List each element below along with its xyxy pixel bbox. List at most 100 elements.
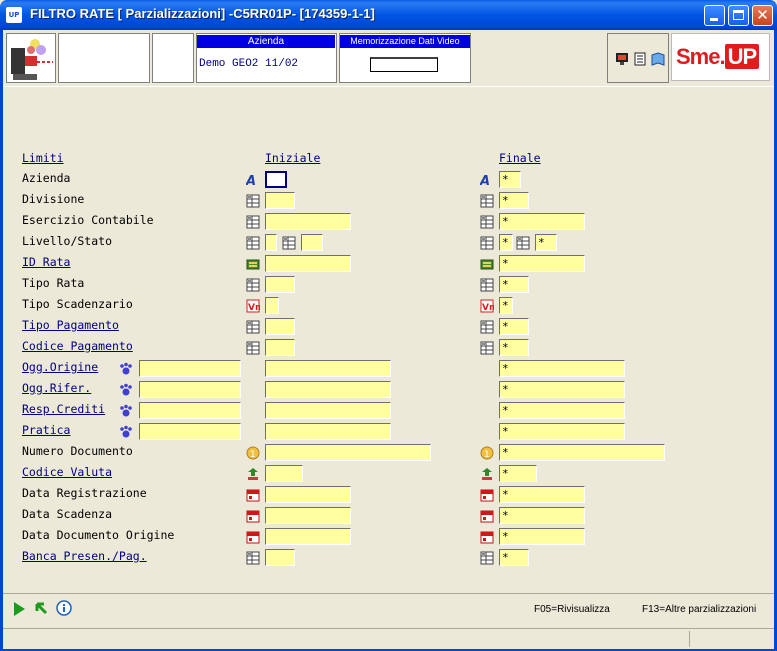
object-field[interactable] — [139, 381, 241, 398]
row-label[interactable]: Resp.Crediti — [22, 402, 105, 416]
iniziale-field[interactable] — [265, 360, 391, 377]
iniziale-field[interactable] — [265, 381, 391, 398]
finale-field[interactable]: * — [499, 297, 513, 314]
table-icon[interactable] — [246, 235, 260, 250]
play-icon[interactable] — [12, 601, 26, 617]
iniziale-field[interactable] — [265, 234, 277, 251]
finale-field[interactable]: * — [499, 213, 585, 230]
row-label[interactable]: Ogg.Origine — [22, 360, 98, 374]
row-label[interactable]: Pratica — [22, 423, 70, 437]
finale-field[interactable]: * — [499, 528, 585, 545]
finale-field[interactable]: * — [499, 255, 585, 272]
iniziale-field[interactable] — [265, 276, 295, 293]
calendar-icon[interactable] — [480, 487, 494, 502]
iniziale-field[interactable] — [265, 402, 391, 419]
finale-field[interactable]: * — [499, 423, 625, 440]
paw-icon[interactable] — [119, 424, 133, 438]
currency-icon[interactable] — [480, 466, 494, 480]
maximize-button[interactable] — [728, 5, 749, 26]
row-label[interactable]: ID Rata — [22, 255, 70, 269]
table-icon[interactable] — [246, 193, 260, 208]
object-field[interactable] — [139, 360, 241, 377]
iniziale-field[interactable] — [265, 507, 351, 524]
table-icon[interactable] — [480, 319, 494, 334]
finale-field[interactable]: * — [499, 507, 585, 524]
table-icon[interactable] — [480, 340, 494, 355]
number-icon[interactable]: 1 — [246, 445, 260, 460]
finale-field-2[interactable]: * — [535, 234, 557, 251]
calendar-icon[interactable] — [480, 529, 494, 544]
table-icon[interactable] — [246, 214, 260, 229]
table-icon[interactable] — [246, 340, 260, 355]
finale-field[interactable]: * — [499, 444, 665, 461]
table-icon[interactable] — [282, 235, 296, 250]
table-icon[interactable] — [480, 550, 494, 565]
minimize-button[interactable] — [704, 5, 725, 26]
title-bar[interactable]: UP FILTRO RATE [ Parzializzazioni] -C5RR… — [0, 0, 777, 30]
f05-label[interactable]: F05=Rivisualizza — [534, 604, 610, 615]
iniziale-field[interactable] — [265, 423, 391, 440]
table-icon[interactable] — [246, 550, 260, 565]
table-icon[interactable] — [480, 235, 494, 250]
iniziale-field[interactable] — [265, 192, 295, 209]
iniziale-field[interactable] — [265, 486, 351, 503]
finale-field[interactable]: * — [499, 276, 529, 293]
paw-icon[interactable] — [119, 403, 133, 417]
monitor-icon[interactable] — [615, 52, 629, 66]
row-label[interactable]: Tipo Pagamento — [22, 318, 119, 332]
finale-field[interactable]: * — [499, 171, 521, 188]
book-icon[interactable] — [651, 52, 665, 66]
finale-field[interactable]: * — [499, 549, 529, 566]
finale-field[interactable]: * — [499, 402, 625, 419]
finale-field[interactable]: * — [499, 486, 585, 503]
paw-icon[interactable] — [119, 361, 133, 375]
back-icon[interactable] — [34, 601, 50, 617]
iniziale-field[interactable] — [265, 465, 303, 482]
azienda-icon[interactable]: A — [245, 172, 260, 189]
number-icon[interactable]: 1 — [480, 445, 494, 460]
calendar-icon[interactable] — [246, 487, 260, 502]
row-label[interactable]: Ogg.Rifer. — [22, 381, 91, 395]
table-icon[interactable] — [246, 319, 260, 334]
value-icon[interactable]: Vn — [246, 298, 261, 313]
object-field[interactable] — [139, 402, 241, 419]
finale-field[interactable]: * — [499, 339, 529, 356]
table-icon[interactable] — [246, 277, 260, 292]
row-label[interactable]: Codice Pagamento — [22, 339, 133, 353]
rata-icon[interactable] — [246, 256, 260, 270]
iniziale-field[interactable] — [265, 444, 431, 461]
value-icon[interactable]: Vn — [480, 298, 495, 313]
finale-field[interactable]: * — [499, 381, 625, 398]
table-icon[interactable] — [480, 193, 494, 208]
finale-field[interactable]: * — [499, 360, 625, 377]
rata-icon[interactable] — [480, 256, 494, 270]
object-field[interactable] — [139, 423, 241, 440]
currency-icon[interactable] — [246, 466, 260, 480]
iniziale-field[interactable] — [265, 318, 295, 335]
azienda-icon[interactable]: A — [479, 172, 494, 189]
iniziale-field-2[interactable] — [301, 234, 323, 251]
iniziale-field[interactable] — [265, 297, 279, 314]
info-icon[interactable] — [56, 600, 72, 616]
finale-field[interactable]: * — [499, 318, 529, 335]
iniziale-field[interactable] — [265, 255, 351, 272]
document-icon[interactable] — [633, 52, 647, 66]
finale-field[interactable]: * — [499, 234, 513, 251]
f13-label[interactable]: F13=Altre parzializzazioni — [642, 604, 756, 615]
close-button[interactable]: ✕ — [752, 5, 773, 26]
calendar-icon[interactable] — [246, 529, 260, 544]
table-icon[interactable] — [480, 214, 494, 229]
iniziale-field[interactable] — [265, 339, 295, 356]
row-label[interactable]: Banca Presen./Pag. — [22, 549, 147, 563]
calendar-icon[interactable] — [246, 508, 260, 523]
iniziale-field[interactable] — [265, 213, 351, 230]
iniziale-field[interactable] — [265, 171, 287, 188]
iniziale-field[interactable] — [265, 528, 351, 545]
memo-input[interactable] — [370, 57, 438, 72]
calendar-icon[interactable] — [480, 508, 494, 523]
table-icon[interactable] — [480, 277, 494, 292]
row-label[interactable]: Codice Valuta — [22, 465, 112, 479]
paw-icon[interactable] — [119, 382, 133, 396]
iniziale-field[interactable] — [265, 549, 295, 566]
finale-field[interactable]: * — [499, 465, 537, 482]
